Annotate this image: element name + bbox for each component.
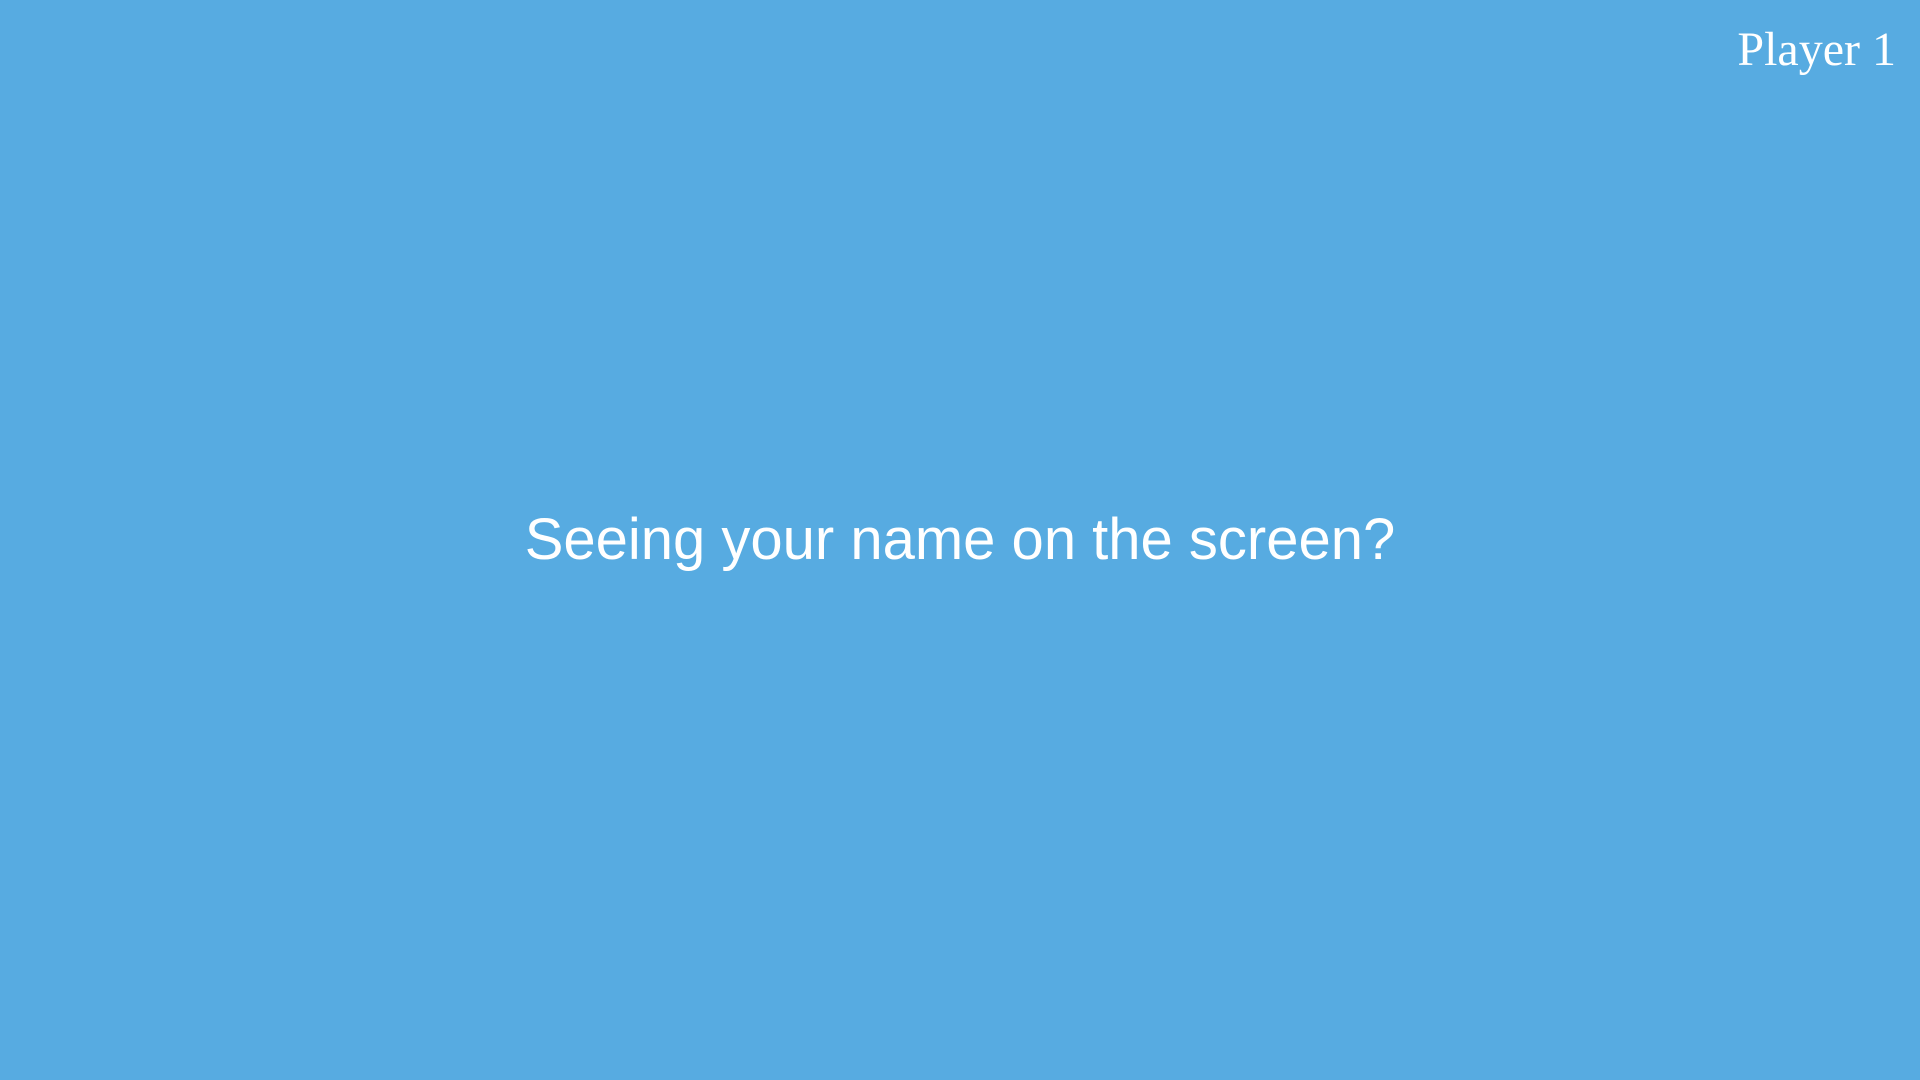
screen: { "colors": { "background": "#57ABE1", "…: [0, 0, 1920, 1080]
main-stage: Seeing your name on the screen?: [0, 0, 1920, 1080]
prompt-text: Seeing your name on the screen?: [524, 507, 1396, 572]
